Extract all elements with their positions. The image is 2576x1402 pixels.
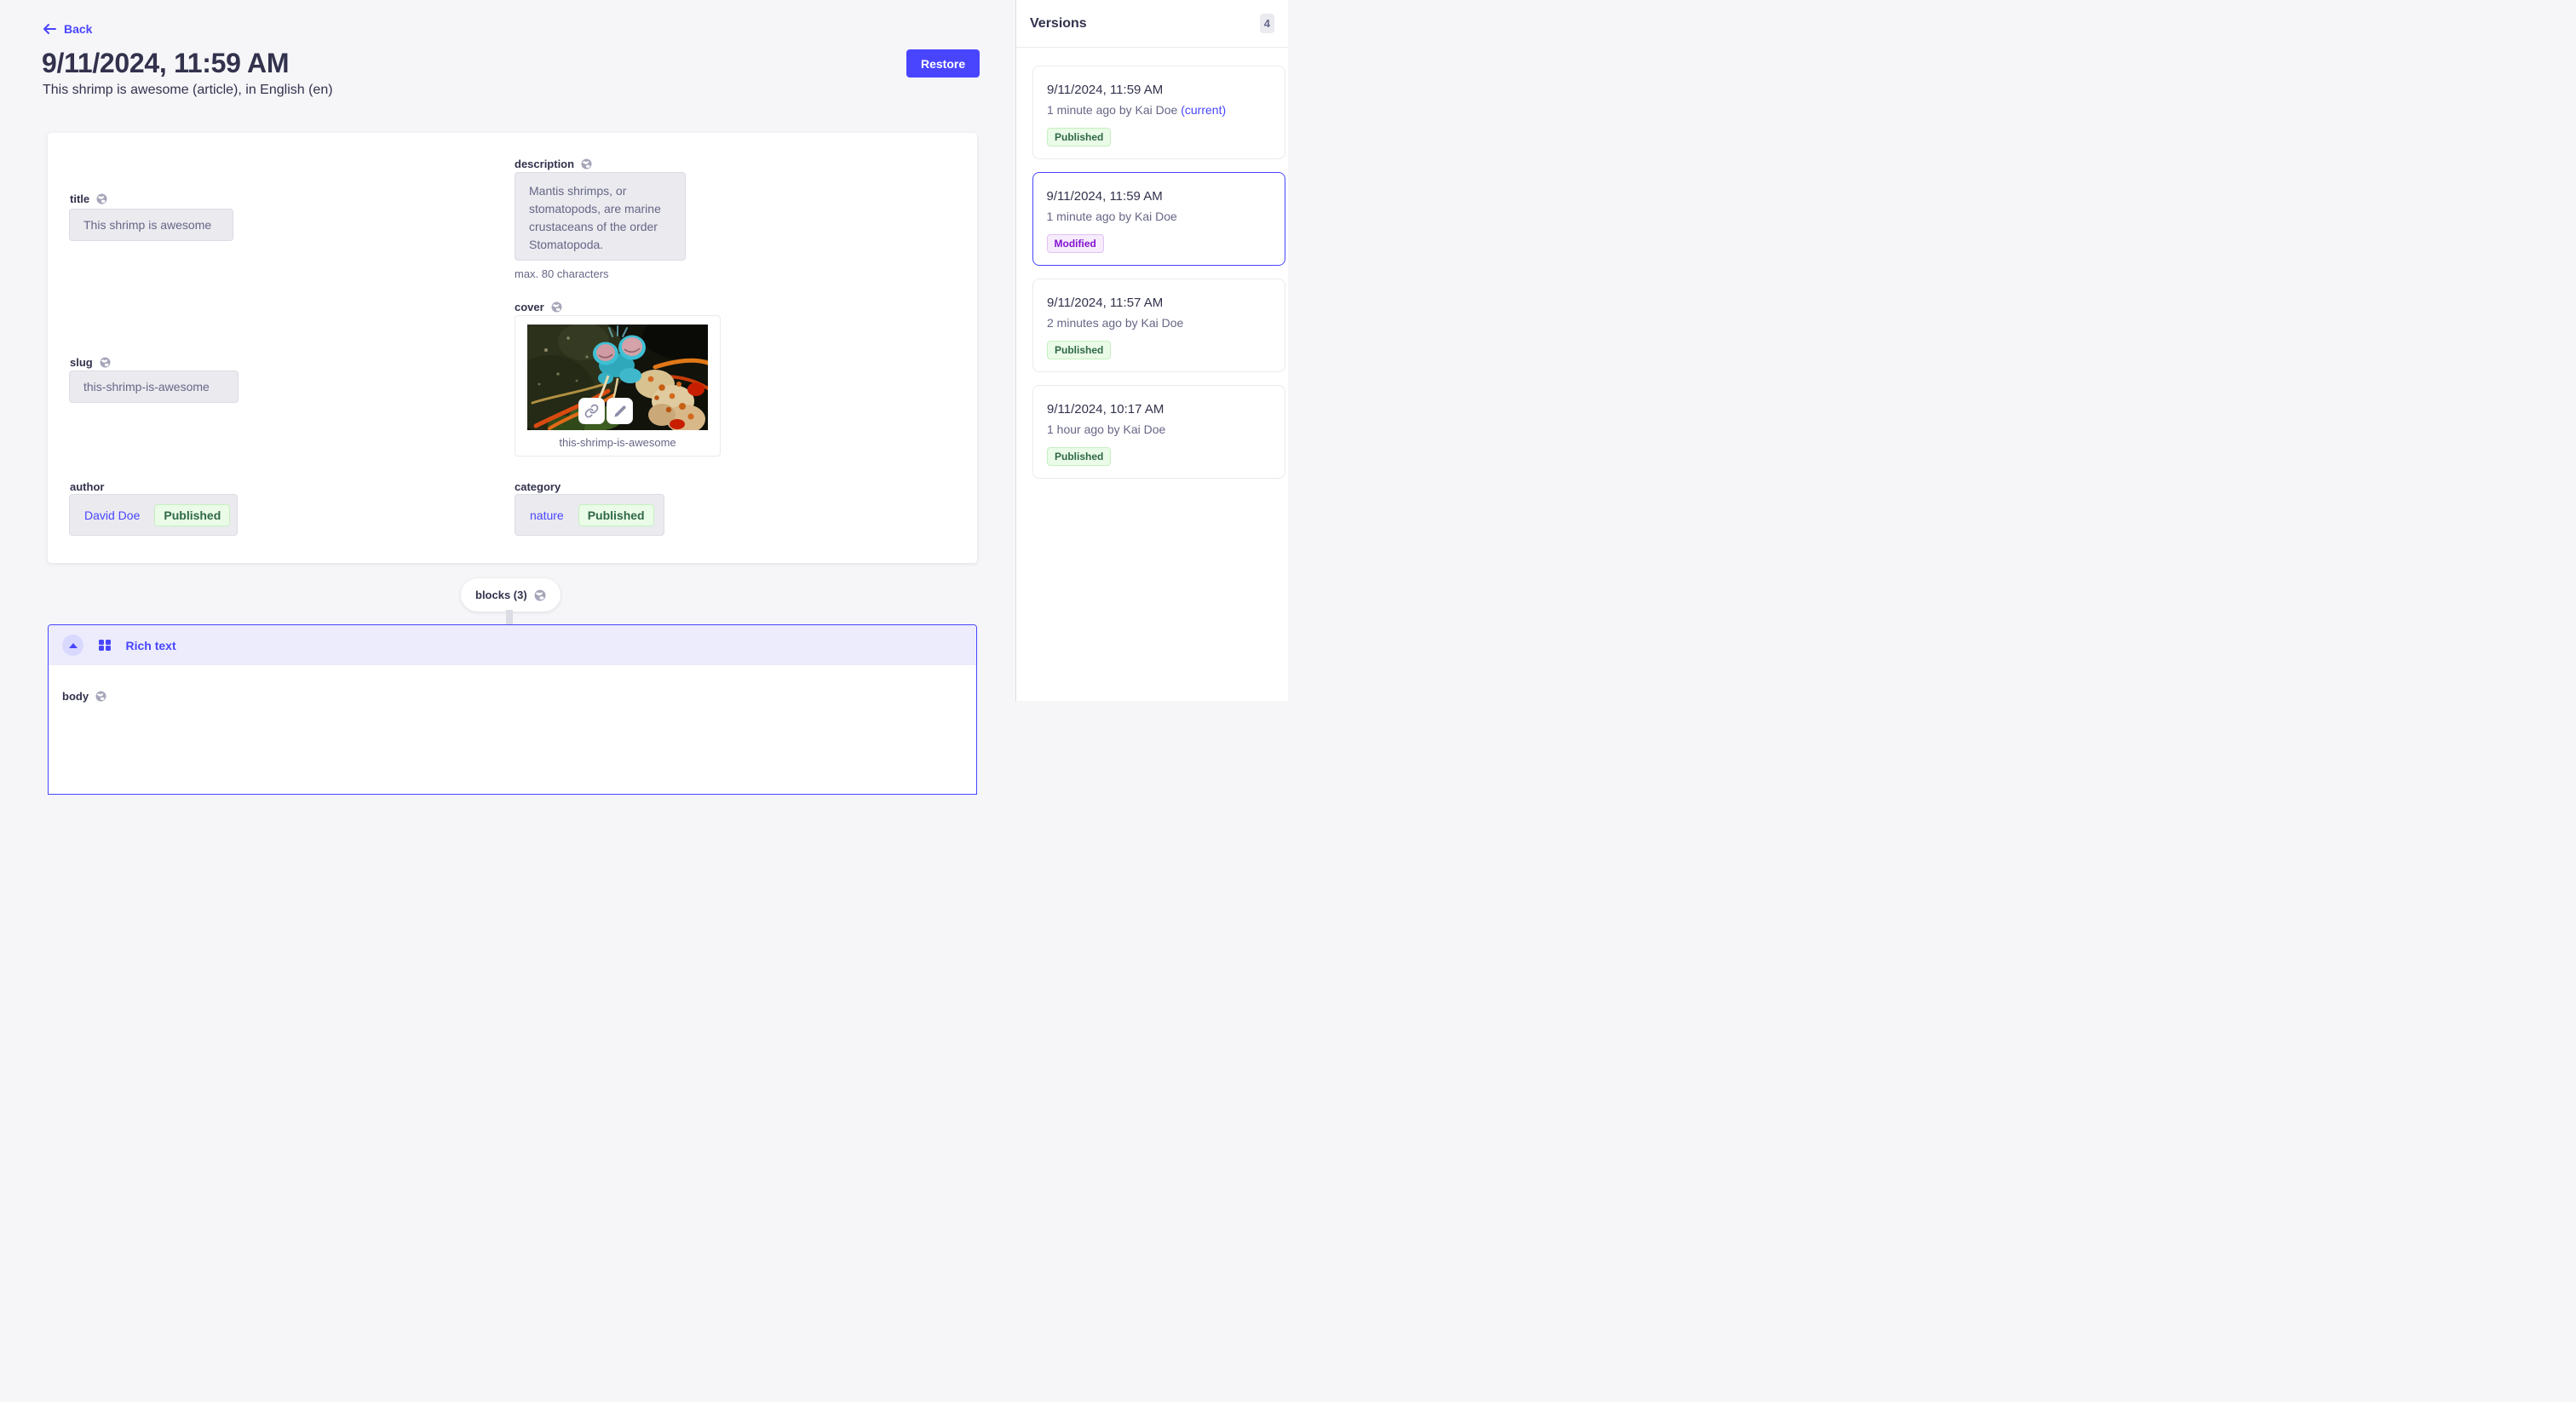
- author-link[interactable]: David Doe: [84, 509, 140, 522]
- version-time: 9/11/2024, 10:17 AM: [1047, 402, 1271, 417]
- version-status-badge: Modified: [1047, 234, 1104, 253]
- page-title: 9/11/2024, 11:59 AM: [42, 48, 289, 79]
- version-meta: 2 minutes ago by Kai Doe: [1047, 316, 1271, 330]
- version-status-badge: Published: [1047, 447, 1111, 466]
- version-card-selected[interactable]: 9/11/2024, 11:59 AM 1 minute ago by Kai …: [1032, 172, 1285, 266]
- slug-input: this-shrimp-is-awesome: [69, 371, 239, 403]
- copy-link-button[interactable]: [578, 398, 605, 424]
- globe-icon: [96, 193, 107, 204]
- versions-title: Versions: [1030, 16, 1087, 32]
- description-field-label: description: [515, 158, 592, 170]
- blocks-grid-icon: [99, 640, 111, 652]
- back-label: Back: [64, 22, 92, 36]
- cover-actions: [578, 398, 633, 424]
- history-page: Back 9/11/2024, 11:59 AM This shrimp is …: [0, 0, 1288, 701]
- rich-text-accordion-header[interactable]: Rich text: [49, 625, 976, 665]
- link-icon: [584, 404, 599, 418]
- cover-asset-card: this-shrimp-is-awesome: [515, 315, 721, 457]
- restore-button[interactable]: Restore: [906, 49, 980, 78]
- author-field-label: author: [70, 480, 104, 493]
- version-time: 9/11/2024, 11:59 AM: [1047, 83, 1271, 97]
- zone-connector: [506, 610, 513, 625]
- version-card[interactable]: 9/11/2024, 10:17 AM 1 hour ago by Kai Do…: [1032, 385, 1285, 479]
- globe-icon: [534, 589, 546, 601]
- version-meta: 1 minute ago by Kai Doe: [1047, 210, 1272, 223]
- versions-sidebar: Versions 4 9/11/2024, 11:59 AM 1 minute …: [1015, 0, 1288, 701]
- edit-asset-button[interactable]: [607, 398, 633, 424]
- versions-header: Versions 4: [1016, 0, 1288, 48]
- cover-caption: this-shrimp-is-awesome: [515, 436, 720, 449]
- author-relation: David Doe Published: [69, 494, 238, 536]
- version-meta: 1 hour ago by Kai Doe: [1047, 422, 1271, 436]
- version-status-badge: Published: [1047, 128, 1111, 147]
- version-time: 9/11/2024, 11:57 AM: [1047, 296, 1271, 310]
- category-status-badge: Published: [578, 504, 654, 526]
- collapse-toggle-button[interactable]: [62, 635, 83, 656]
- globe-icon: [95, 691, 106, 702]
- back-link[interactable]: Back: [43, 22, 92, 36]
- category-field-label: category: [515, 480, 561, 493]
- versions-count-badge: 4: [1260, 14, 1274, 33]
- arrow-left-icon: [43, 23, 56, 35]
- title-field-label: title: [70, 192, 107, 205]
- version-card[interactable]: 9/11/2024, 11:57 AM 2 minutes ago by Kai…: [1032, 279, 1285, 372]
- fields-card: title This shrimp is awesome description…: [48, 133, 977, 563]
- author-status-badge: Published: [154, 504, 230, 526]
- version-status-badge: Published: [1047, 341, 1111, 359]
- globe-icon: [100, 357, 111, 368]
- current-tag: (current): [1181, 103, 1226, 117]
- chevron-up-icon: [69, 643, 78, 648]
- version-meta: 1 minute ago by Kai Doe (current): [1047, 103, 1271, 117]
- pencil-icon: [613, 405, 627, 418]
- description-hint: max. 80 characters: [515, 267, 609, 280]
- cover-field-label: cover: [515, 301, 562, 313]
- description-textarea: Mantis shrimps, or stomatopods, are mari…: [515, 172, 686, 261]
- globe-icon: [581, 158, 592, 170]
- category-relation: nature Published: [515, 494, 664, 536]
- title-input: This shrimp is awesome: [69, 209, 233, 241]
- rich-text-title: Rich text: [126, 639, 176, 652]
- version-card[interactable]: 9/11/2024, 11:59 AM 1 minute ago by Kai …: [1032, 66, 1285, 159]
- globe-icon: [551, 302, 562, 313]
- category-link[interactable]: nature: [530, 509, 564, 522]
- slug-field-label: slug: [70, 356, 111, 369]
- version-list: 9/11/2024, 11:59 AM 1 minute ago by Kai …: [1016, 48, 1288, 701]
- body-field-label: body: [62, 690, 106, 703]
- page-subtitle: This shrimp is awesome (article), in Eng…: [43, 83, 333, 98]
- rich-text-block: Rich text body: [48, 624, 977, 795]
- blocks-zone-pill: blocks (3): [461, 578, 561, 612]
- version-time: 9/11/2024, 11:59 AM: [1047, 189, 1272, 204]
